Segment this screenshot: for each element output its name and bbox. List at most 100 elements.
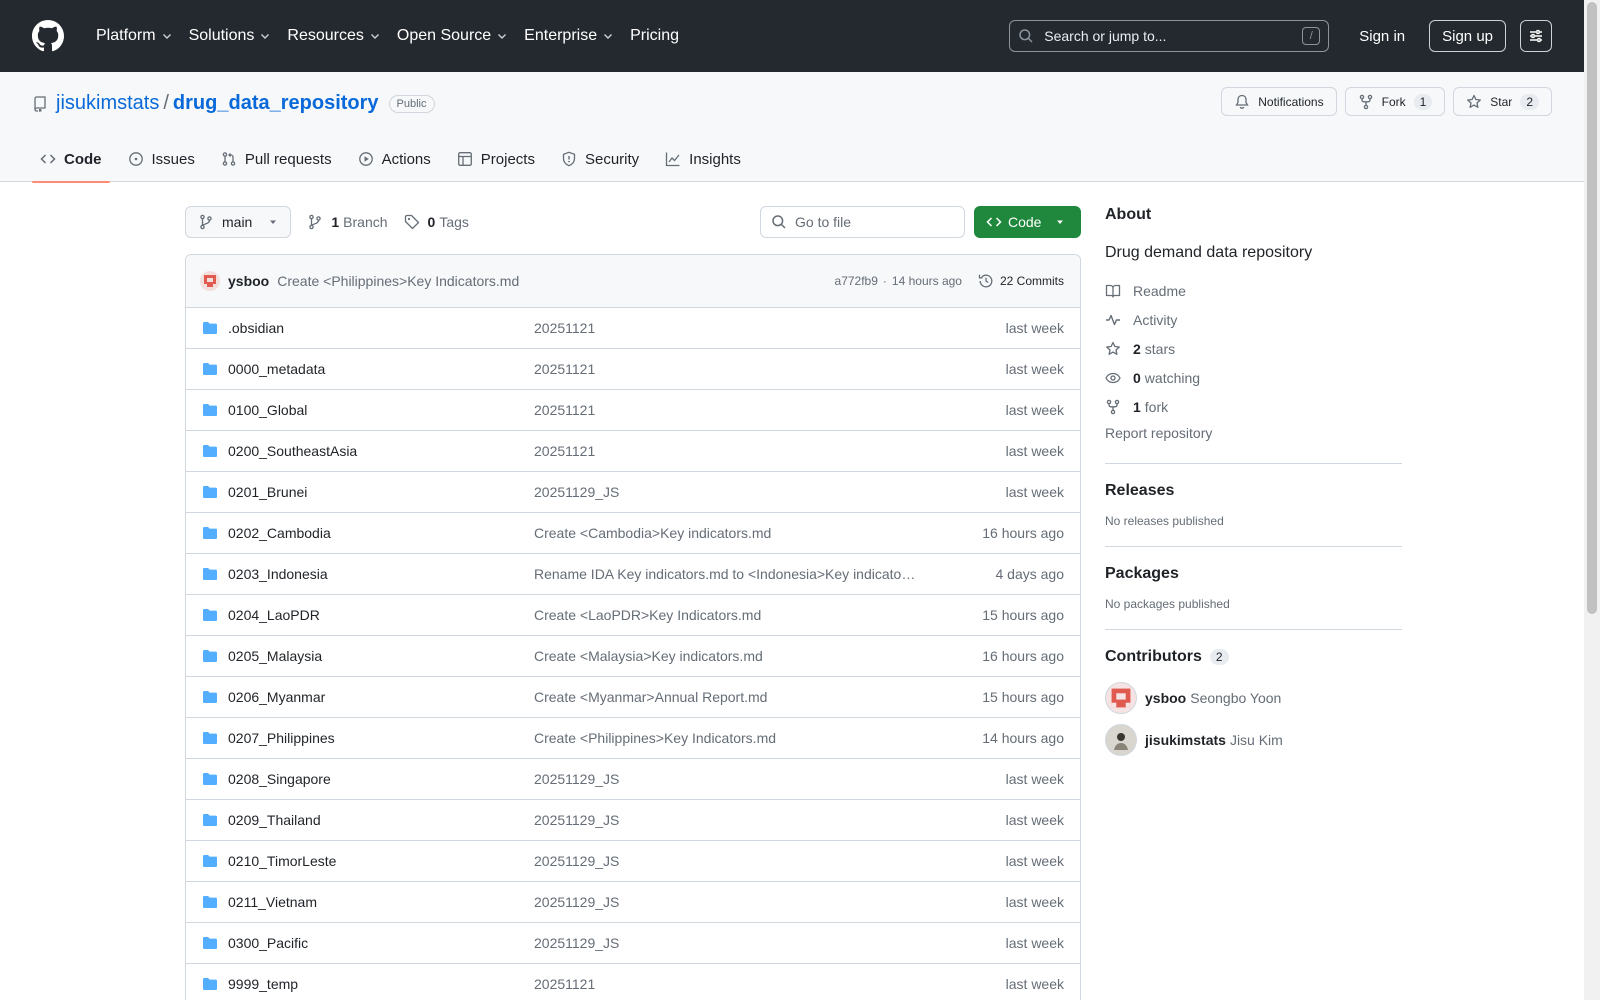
sign-in-link[interactable]: Sign in — [1343, 20, 1421, 52]
releases-heading[interactable]: Releases — [1105, 482, 1402, 500]
file-row[interactable]: 9999_temp 20251121 last week — [186, 964, 1080, 1000]
fork-button[interactable]: Fork 1 — [1344, 87, 1446, 116]
file-row[interactable]: 0300_Pacific 20251129_JS last week — [186, 923, 1080, 964]
watching-link[interactable]: 0 watching — [1105, 363, 1402, 392]
folder-name-link[interactable]: 0204_LaoPDR — [228, 607, 320, 623]
nav-solutions[interactable]: Solutions — [181, 20, 280, 52]
sign-up-button[interactable]: Sign up — [1429, 20, 1506, 52]
page-scrollbar[interactable] — [1584, 0, 1600, 1000]
folder-name-link[interactable]: 0300_Pacific — [228, 935, 308, 951]
repo-name-link[interactable]: drug_data_repository — [173, 92, 379, 115]
tab-pull-requests[interactable]: Pull requests — [213, 136, 340, 182]
nav-open-source[interactable]: Open Source — [389, 20, 516, 52]
file-row[interactable]: 0100_Global 20251121 last week — [186, 390, 1080, 431]
avatar[interactable] — [1105, 682, 1137, 714]
folder-name-link[interactable]: 0200_SoutheastAsia — [228, 443, 357, 459]
stars-link[interactable]: 2 stars — [1105, 334, 1402, 363]
folder-name-link[interactable]: 0207_Philippines — [228, 730, 335, 746]
last-commit-message[interactable]: Create <LaoPDR>Key Indicators.md — [534, 607, 916, 623]
go-to-file-input[interactable]: Go to file — [760, 206, 965, 238]
file-row[interactable]: 0200_SoutheastAsia 20251121 last week — [186, 431, 1080, 472]
avatar[interactable] — [1105, 724, 1137, 756]
folder-name-link[interactable]: 0211_Vietnam — [228, 894, 317, 910]
last-commit-message[interactable]: 20251129_JS — [534, 894, 916, 910]
branch-selector[interactable]: main — [185, 206, 292, 238]
folder-name-link[interactable]: 0000_metadata — [228, 361, 325, 377]
nav-enterprise[interactable]: Enterprise — [516, 20, 622, 52]
stars-label: stars — [1144, 340, 1176, 357]
last-commit-message[interactable]: 20251121 — [534, 361, 916, 377]
file-row[interactable]: 0209_Thailand 20251129_JS last week — [186, 800, 1080, 841]
scrollbar-thumb[interactable] — [1587, 2, 1597, 614]
last-commit-message[interactable]: 20251121 — [534, 402, 916, 418]
file-row[interactable]: 0000_metadata 20251121 last week — [186, 349, 1080, 390]
folder-name-link[interactable]: 0209_Thailand — [228, 812, 321, 828]
contributor-item[interactable]: jisukimstats Jisu Kim — [1105, 724, 1402, 756]
last-commit-message[interactable]: 20251129_JS — [534, 812, 916, 828]
last-commit-message[interactable]: 20251121 — [534, 320, 916, 336]
star-button[interactable]: Star 2 — [1453, 87, 1552, 116]
folder-name-link[interactable]: 0201_Brunei — [228, 484, 307, 500]
file-row[interactable]: 0205_Malaysia Create <Malaysia>Key indica… — [186, 636, 1080, 677]
packages-heading[interactable]: Packages — [1105, 565, 1402, 583]
file-row[interactable]: 0208_Singapore 20251129_JS last week — [186, 759, 1080, 800]
commit-hash[interactable]: a772fb9 — [835, 274, 878, 288]
folder-name-link[interactable]: 0205_Malaysia — [228, 648, 322, 664]
folder-name-link[interactable]: 0203_Indonesia — [228, 566, 328, 582]
tab-insights[interactable]: Insights — [657, 136, 749, 182]
file-row[interactable]: .obsidian 20251121 last week — [186, 308, 1080, 349]
file-row[interactable]: 0204_LaoPDR Create <LaoPDR>Key Indicators… — [186, 595, 1080, 636]
tab-projects[interactable]: Projects — [449, 136, 543, 182]
contributors-heading[interactable]: Contributors 2 — [1105, 648, 1402, 666]
file-row[interactable]: 0201_Brunei 20251129_JS last week — [186, 472, 1080, 513]
tab-actions[interactable]: Actions — [350, 136, 439, 182]
last-commit-message[interactable]: Create <Myanmar>Annual Report.md — [534, 689, 916, 705]
file-row[interactable]: 0211_Vietnam 20251129_JS last week — [186, 882, 1080, 923]
commit-message[interactable]: Create <Philippines>Key Indicators.md — [277, 273, 519, 289]
folder-name-link[interactable]: 0208_Singapore — [228, 771, 331, 787]
folder-name-link[interactable]: 0210_TimorLeste — [228, 853, 336, 869]
last-commit-message[interactable]: Create <Philippines>Key Indicators.md — [534, 730, 916, 746]
file-row[interactable]: 0207_Philippines Create <Philippines>Key … — [186, 718, 1080, 759]
file-row[interactable]: 0206_Myanmar Create <Myanmar>Annual Repor… — [186, 677, 1080, 718]
branches-link[interactable]: 1 Branch — [307, 214, 388, 230]
last-commit-message[interactable]: 20251129_JS — [534, 853, 916, 869]
readme-link[interactable]: Readme — [1105, 276, 1402, 305]
last-commit-message[interactable]: Rename IDA Key indicators.md to <Indones… — [534, 566, 916, 582]
file-row[interactable]: 0210_TimorLeste 20251129_JS last week — [186, 841, 1080, 882]
nav-resources[interactable]: Resources — [279, 20, 388, 52]
report-repository-link[interactable]: Report repository — [1105, 425, 1402, 445]
last-commit-message[interactable]: 20251121 — [534, 443, 916, 459]
last-commit-message[interactable]: Create <Cambodia>Key indicators.md — [534, 525, 916, 541]
last-commit-message[interactable]: 20251129_JS — [534, 935, 916, 951]
forks-link[interactable]: 1 fork — [1105, 392, 1402, 421]
github-logo-icon[interactable] — [32, 20, 64, 52]
nav-platform[interactable]: Platform — [88, 20, 181, 52]
file-row[interactable]: 0203_Indonesia Rename IDA Key indicators.… — [186, 554, 1080, 595]
commits-history-link[interactable]: 22 Commits — [978, 273, 1064, 289]
tab-issues[interactable]: Issues — [120, 136, 203, 182]
nav-pricing[interactable]: Pricing — [622, 20, 687, 52]
tags-link[interactable]: 0 Tags — [404, 214, 469, 230]
folder-name-link[interactable]: 0206_Myanmar — [228, 689, 325, 705]
notifications-button[interactable]: Notifications — [1221, 87, 1337, 116]
folder-name-link[interactable]: 0100_Global — [228, 402, 307, 418]
folder-name-link[interactable]: 0202_Cambodia — [228, 525, 331, 541]
contributor-item[interactable]: ysboo Seongbo Yoon — [1105, 682, 1402, 714]
file-row[interactable]: 0202_Cambodia Create <Cambodia>Key indica… — [186, 513, 1080, 554]
commit-author[interactable]: ysboo — [228, 273, 269, 289]
last-commit-message[interactable]: 20251121 — [534, 976, 916, 992]
code-dropdown-button[interactable]: Code — [974, 206, 1081, 238]
tab-code[interactable]: Code — [32, 136, 110, 183]
command-palette-button[interactable] — [1520, 20, 1552, 52]
search-input[interactable]: Search or jump to... / — [1009, 20, 1330, 52]
activity-link[interactable]: Activity — [1105, 305, 1402, 334]
repo-owner-link[interactable]: jisukimstats — [56, 92, 159, 115]
last-commit-message[interactable]: 20251129_JS — [534, 484, 916, 500]
tab-security[interactable]: Security — [553, 136, 647, 182]
avatar[interactable] — [200, 271, 220, 291]
folder-name-link[interactable]: .obsidian — [228, 320, 284, 336]
last-commit-message[interactable]: Create <Malaysia>Key indicators.md — [534, 648, 916, 664]
last-commit-message[interactable]: 20251129_JS — [534, 771, 916, 787]
folder-name-link[interactable]: 9999_temp — [228, 976, 298, 992]
